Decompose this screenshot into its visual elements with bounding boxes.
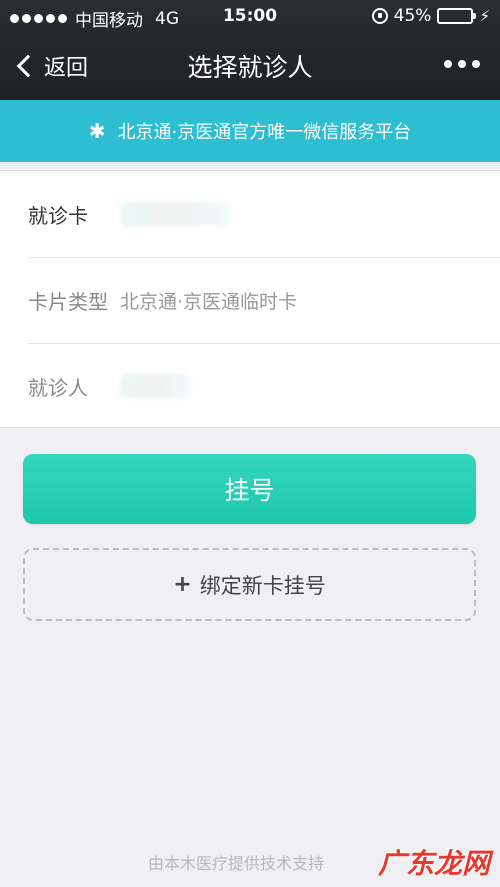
watermark-logo: 广东龙网 — [377, 847, 490, 880]
rotation-lock-icon — [371, 8, 388, 24]
card-number-redacted — [120, 202, 230, 226]
back-button[interactable]: 返回 — [14, 50, 88, 82]
battery-percent: 45% — [393, 6, 432, 26]
charging-icon: ⚡ — [479, 7, 490, 25]
medical-star-icon: ✱ — [88, 119, 106, 143]
bind-new-card-button[interactable]: + 绑定新卡挂号 — [23, 548, 476, 621]
footer-text: 由本木医疗提供技术支持 — [148, 854, 325, 873]
nav-bar: 返回 选择就诊人 — [0, 32, 500, 100]
platform-banner: ✱ 北京通·京医通官方唯一微信服务平台 — [0, 100, 500, 162]
patient-label: 就诊人 — [28, 375, 88, 400]
status-bar: 中国移动 4G 15:00 45% ⚡ — [0, 0, 500, 32]
battery-icon — [437, 8, 477, 24]
patient-name-redacted — [120, 374, 190, 398]
back-label: 返回 — [44, 56, 89, 81]
card-type-row: 卡片类型 北京通·京医通临时卡 — [0, 257, 500, 343]
chevron-left-icon — [16, 54, 40, 78]
patient-row[interactable]: 就诊人 — [0, 343, 500, 429]
card-type-value: 北京通·京医通临时卡 — [120, 290, 298, 313]
more-dots-icon — [444, 60, 452, 68]
plus-icon: + — [173, 572, 192, 597]
more-button[interactable] — [444, 60, 480, 68]
bind-label: 绑定新卡挂号 — [199, 573, 326, 598]
card-row[interactable]: 就诊卡 — [0, 171, 500, 257]
patient-info-list: 就诊卡 卡片类型 北京通·京医通临时卡 就诊人 — [0, 170, 500, 428]
top-bar: 中国移动 4G 15:00 45% ⚡ 返回 选择就诊人 — [0, 0, 500, 100]
card-type-label: 卡片类型 — [28, 289, 108, 314]
register-button[interactable]: 挂号 — [23, 454, 476, 524]
banner-text: 北京通·京医通官方唯一微信服务平台 — [117, 122, 412, 143]
card-label: 就诊卡 — [28, 203, 88, 228]
